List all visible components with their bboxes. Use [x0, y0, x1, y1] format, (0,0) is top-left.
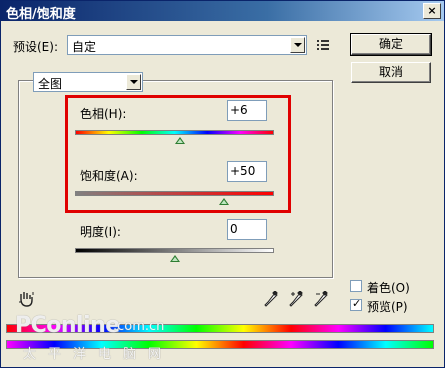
cancel-button[interactable]: 取消	[351, 62, 431, 83]
lightness-input[interactable]: 0	[227, 219, 267, 240]
eyedropper-icon[interactable]	[264, 291, 278, 309]
preset-label: 预设(E):	[13, 40, 58, 54]
hue-saturation-dialog: 色相/饱和度 × 预设(E): 自定 确定 取消 全图 色相(H): +6 饱和…	[0, 0, 445, 368]
lightness-slider-track[interactable]	[75, 248, 274, 253]
eyedropper-minus-icon[interactable]	[314, 291, 328, 309]
hand-adjust-icon[interactable]	[18, 290, 36, 308]
watermark-chinese: 太平洋电脑网	[23, 347, 174, 362]
channel-value: 全图	[38, 77, 63, 91]
close-button[interactable]: ×	[423, 3, 441, 19]
preview-checkbox[interactable]	[350, 297, 362, 311]
colorize-label[interactable]: 着色(O)	[367, 279, 410, 296]
watermark-domain: .com.cn	[113, 319, 165, 334]
window-title: 色相/饱和度	[6, 7, 76, 22]
list-menu-icon[interactable]	[317, 39, 331, 51]
preset-select[interactable]: 自定	[67, 35, 307, 55]
colorize-checkbox[interactable]	[350, 280, 362, 292]
highlight-box	[65, 95, 291, 213]
chevron-down-icon[interactable]	[126, 74, 141, 90]
preset-value: 自定	[72, 40, 97, 54]
chevron-down-icon[interactable]	[290, 37, 305, 53]
lightness-slider-thumb[interactable]	[169, 255, 180, 262]
lightness-label: 明度(I):	[80, 225, 121, 239]
channel-select[interactable]: 全图	[33, 72, 143, 92]
ok-button[interactable]: 确定	[350, 33, 432, 56]
watermark-brand: PConline	[15, 313, 120, 338]
eyedropper-plus-icon[interactable]	[289, 291, 303, 309]
preview-label[interactable]: 预览(P)	[367, 298, 408, 315]
title-bar[interactable]: 色相/饱和度 ×	[1, 1, 444, 22]
